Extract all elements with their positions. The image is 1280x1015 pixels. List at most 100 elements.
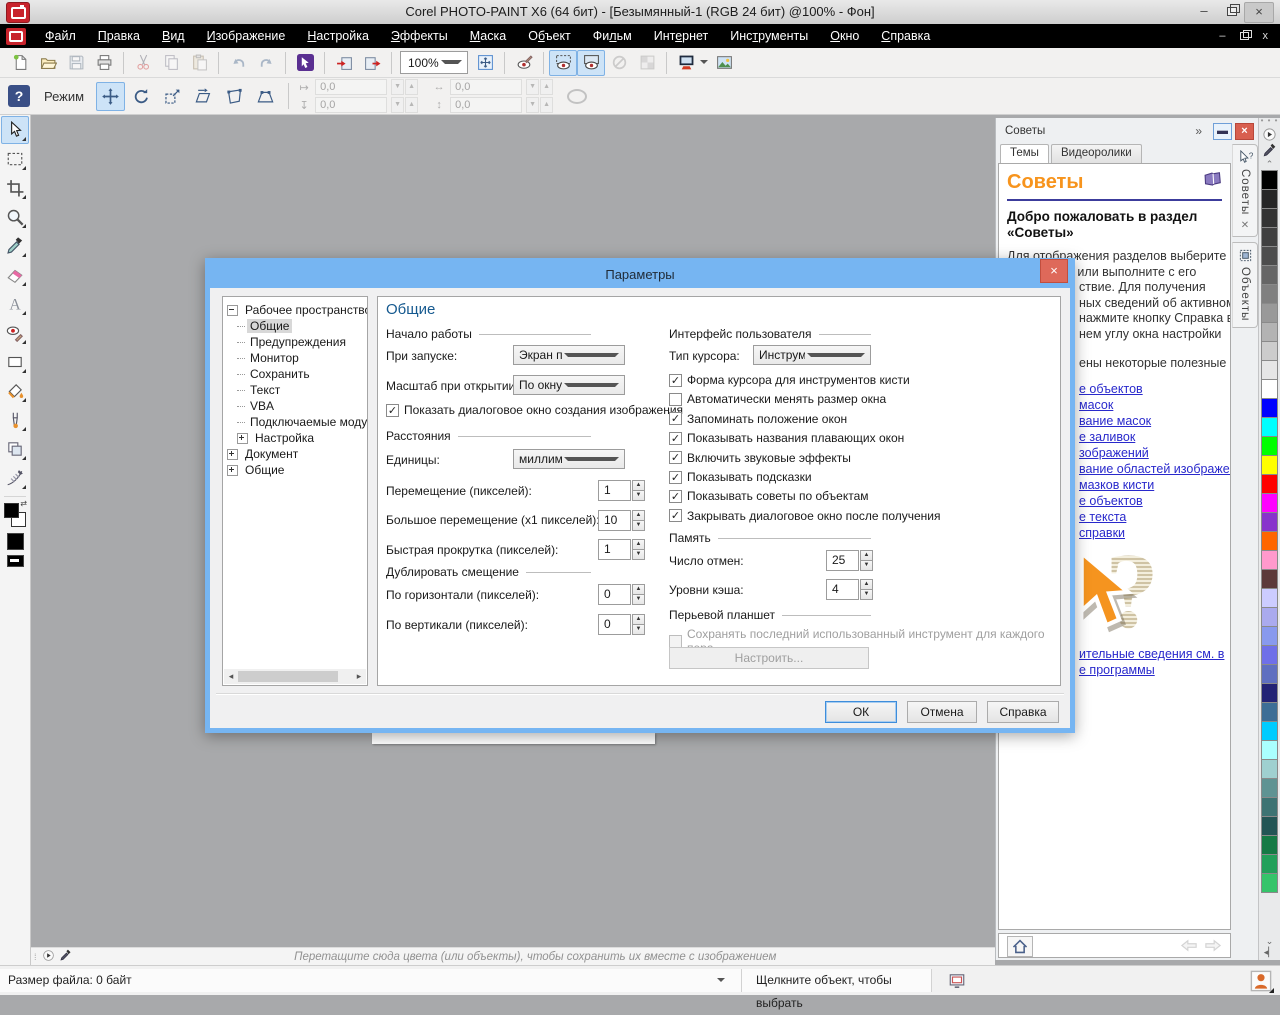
tree-item-label[interactable]: Монитор — [247, 351, 302, 365]
checkbox-checked-icon[interactable]: ✓ — [669, 432, 682, 445]
tree-item[interactable]: Рабочее пространство — [227, 302, 365, 318]
spinner-value[interactable]: 0 — [598, 584, 631, 605]
close-button[interactable]: × — [1244, 2, 1274, 23]
spinner-value[interactable]: 0 — [598, 614, 631, 635]
paper-color-swatch[interactable] — [7, 555, 24, 567]
checkbox-checked-icon[interactable]: ✓ — [669, 374, 682, 387]
color-swatch[interactable] — [1261, 531, 1278, 551]
color-swatch[interactable] — [1261, 588, 1278, 608]
palette-flyout-icon[interactable] — [1262, 127, 1277, 142]
display-settings-icon[interactable] — [948, 972, 966, 990]
checkbox-checked-icon[interactable]: ✓ — [669, 451, 682, 464]
spinner-value[interactable]: 25 — [826, 550, 859, 571]
menu-item-2[interactable]: Правка — [87, 26, 151, 46]
tips-link[interactable]: мазков кисти — [1079, 477, 1230, 493]
corel-connect-button[interactable] — [291, 50, 319, 76]
ui-option-check[interactable]: ✓Закрывать диалоговое окно после получен… — [669, 509, 941, 523]
tips-link[interactable]: е текста — [1079, 509, 1230, 525]
tips-link[interactable]: е программы — [1079, 662, 1224, 678]
tab-videos[interactable]: Видеоролики — [1051, 144, 1142, 163]
proof-colors-button[interactable] — [510, 50, 538, 76]
color-swatch[interactable] — [1261, 854, 1278, 874]
image-slicer-tool[interactable] — [1, 464, 29, 492]
tree-item[interactable]: Настройка — [227, 430, 365, 446]
image-adjust-button[interactable] — [710, 50, 738, 76]
help-icon[interactable]: ? — [8, 85, 30, 107]
checkbox-checked-icon[interactable]: ✓ — [669, 490, 682, 503]
color-swatch[interactable] — [1261, 303, 1278, 323]
color-swatch[interactable] — [1261, 626, 1278, 646]
toggle-object-marquee-button[interactable] — [577, 50, 605, 76]
swap-colors-icon[interactable]: ⇄ — [20, 499, 27, 508]
ui-option-check[interactable]: ✓Запоминать положение окон — [669, 412, 847, 426]
palette-eyedropper-icon[interactable] — [1262, 143, 1277, 158]
tree-item-label[interactable]: Сохранить — [247, 367, 313, 381]
expand-icon[interactable] — [227, 465, 238, 476]
color-swatch[interactable] — [1261, 493, 1278, 513]
scroll-right-icon[interactable]: ▸ — [352, 671, 366, 682]
docker-tab-объекты[interactable]: Объекты — [1232, 242, 1258, 327]
offset-spinner[interactable]: 0▲▼ — [598, 584, 645, 605]
tree-item-label[interactable]: Общие — [247, 319, 292, 333]
tips-link[interactable]: масок — [1079, 397, 1230, 413]
pick-tool[interactable] — [1, 116, 29, 144]
palette-scroll-down-icon[interactable]: ⌄ — [1259, 936, 1280, 947]
spin-down-icon[interactable]: ▼ — [632, 490, 645, 501]
collapse-icon[interactable] — [227, 305, 238, 316]
color-swatch[interactable] — [1261, 569, 1278, 589]
minimize-button[interactable]: – — [1190, 2, 1218, 21]
ui-option-check[interactable]: ✓Показывать советы по объектам — [669, 489, 869, 503]
color-swatch[interactable] — [1261, 227, 1278, 247]
menu-item-1[interactable]: Файл — [34, 26, 87, 46]
text-tool[interactable]: A — [1, 290, 29, 318]
spinner-value[interactable]: 4 — [826, 579, 859, 600]
file-size-cell[interactable]: Размер файла: 0 байт — [0, 969, 742, 992]
color-swatch[interactable] — [1261, 455, 1278, 475]
tree-item[interactable]: VBA — [227, 398, 365, 414]
tips-link[interactable]: е объектов — [1079, 493, 1230, 509]
tree-item-label[interactable]: Рабочее пространство — [242, 303, 368, 317]
mode-rotate-button[interactable] — [127, 82, 156, 111]
color-swatch[interactable] — [1261, 284, 1278, 304]
checkbox-checked-icon[interactable]: ✓ — [386, 404, 399, 417]
color-swatch[interactable] — [1261, 607, 1278, 627]
mode-scale-button[interactable] — [158, 82, 187, 111]
menu-item-13[interactable]: Справка — [870, 26, 941, 46]
ui-option-check[interactable]: ✓Показывать названия плавающих окон — [669, 431, 904, 445]
cursor-type-combo[interactable]: Инструмент — [753, 345, 871, 365]
tree-item-label[interactable]: Подключаемые моду — [247, 415, 368, 429]
tree-scrollbar[interactable]: ◂ ▸ — [224, 669, 366, 684]
launch-application-button[interactable] — [672, 50, 700, 76]
color-swatch[interactable] — [1261, 246, 1278, 266]
units-combo[interactable]: миллиметры — [513, 449, 625, 469]
tips-link[interactable]: е заливок — [1079, 429, 1230, 445]
color-swatch[interactable] — [1261, 398, 1278, 418]
toggle-mask-marquee-button[interactable] — [549, 50, 577, 76]
checkbox-checked-icon[interactable]: ✓ — [669, 412, 682, 425]
menu-item-8[interactable]: Объект — [517, 26, 582, 46]
ok-button[interactable]: ОК — [825, 701, 897, 723]
eyedropper-tool[interactable] — [1, 232, 29, 260]
restore-button[interactable] — [1218, 2, 1246, 21]
export-button[interactable] — [358, 50, 386, 76]
tree-item[interactable]: Текст — [227, 382, 365, 398]
menu-item-4[interactable]: Изображение — [196, 26, 297, 46]
ui-option-check[interactable]: ✓Форма курсора для инструментов кисти — [669, 373, 910, 387]
checkbox-checked-icon[interactable]: ✓ — [669, 471, 682, 484]
palette-drag-handle[interactable]: • • • — [1259, 118, 1280, 126]
tips-link[interactable]: е объектов — [1079, 381, 1230, 397]
ui-option-check[interactable]: ✓Включить звуковые эффекты — [669, 451, 851, 465]
tree-item-label[interactable]: Текст — [247, 383, 283, 397]
tips-link[interactable]: зображений — [1079, 445, 1230, 461]
tree-item-label[interactable]: Предупреждения — [247, 335, 349, 349]
menu-item-7[interactable]: Маска — [459, 26, 517, 46]
checkbox-unchecked-icon[interactable] — [669, 393, 682, 406]
tree-item[interactable]: Монитор — [227, 350, 365, 366]
color-swatch[interactable] — [1261, 816, 1278, 836]
palette-expand-icon[interactable]: ◂▏ — [1259, 947, 1280, 958]
tree-item-label[interactable]: VBA — [247, 399, 277, 413]
spinner-buttons[interactable]: ▲▼ — [632, 584, 645, 605]
menu-item-9[interactable]: Фильм — [582, 26, 643, 46]
zoom-tool[interactable] — [1, 203, 29, 231]
eraser-tool[interactable] — [1, 261, 29, 289]
